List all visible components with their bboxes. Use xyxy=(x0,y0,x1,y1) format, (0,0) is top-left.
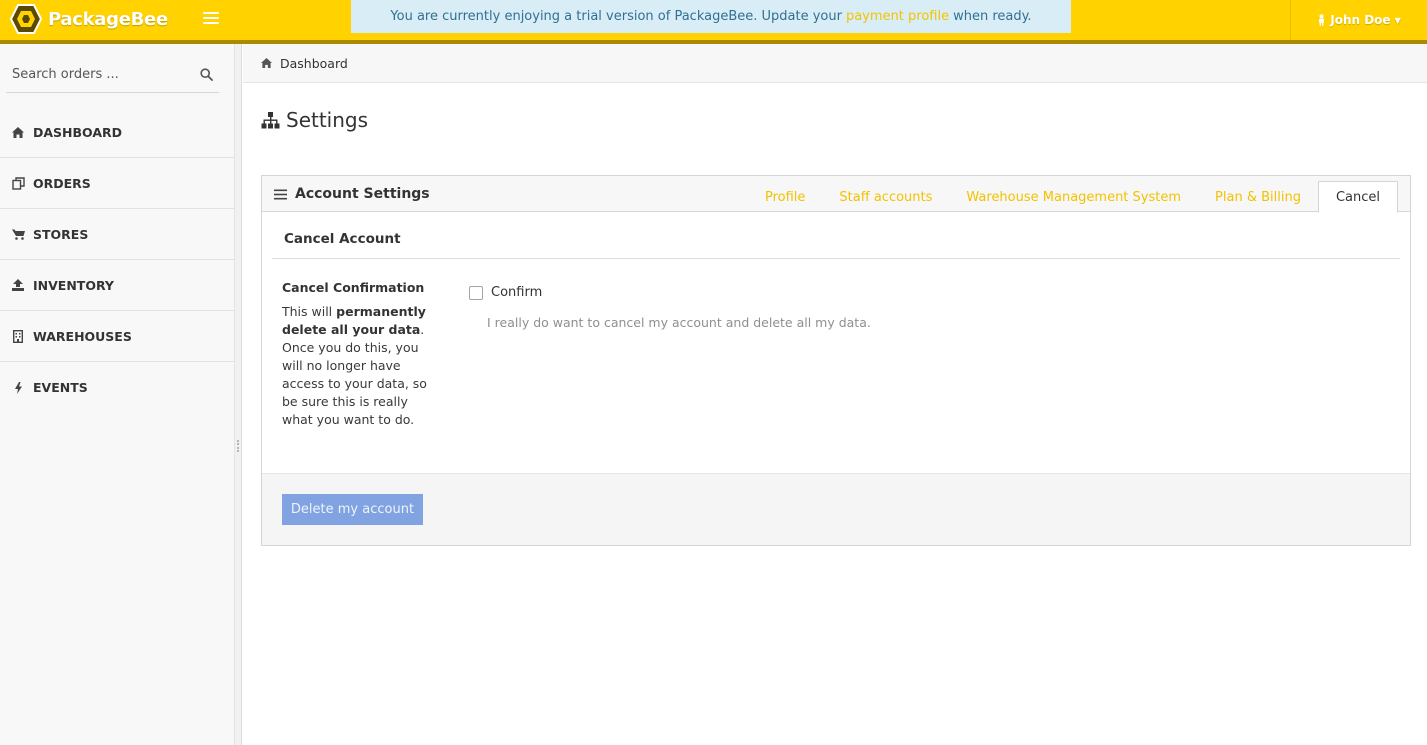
search-icon[interactable] xyxy=(200,68,213,81)
user-name: John Doe xyxy=(1330,13,1391,27)
panel-footer: Delete my account xyxy=(262,473,1410,545)
building-icon xyxy=(11,329,25,343)
top-bar: PackageBee You are currently enjoying a … xyxy=(0,0,1427,44)
tab-warehouse-management-system[interactable]: Warehouse Management System xyxy=(949,182,1198,213)
search-box xyxy=(6,56,219,93)
trial-banner-text: You are currently enjoying a trial versi… xyxy=(390,9,842,24)
sitemap-icon xyxy=(261,111,280,128)
confirm-help-text: I really do want to cancel my account an… xyxy=(487,315,871,330)
search-input[interactable] xyxy=(6,56,219,92)
breadcrumb: Dashboard xyxy=(243,44,1427,83)
panel-title: Account Settings xyxy=(274,176,430,212)
sidebar-item-label: STORES xyxy=(33,226,89,242)
section-title: Cancel Account xyxy=(272,222,1400,259)
sidebar: DASHBOARD ORDERS STORES INVENTORY WAREHO… xyxy=(0,44,235,745)
home-icon xyxy=(261,56,272,71)
sidebar-item-orders[interactable]: ORDERS xyxy=(0,158,234,209)
sidebar-item-label: WAREHOUSES xyxy=(33,328,132,344)
sidebar-item-label: ORDERS xyxy=(33,175,91,191)
page-title-text: Settings xyxy=(286,108,369,132)
tab-cancel[interactable]: Cancel xyxy=(1317,181,1398,213)
sidebar-item-inventory[interactable]: INVENTORY xyxy=(0,260,234,311)
desc-text-end: . Once you do this, you will no longer h… xyxy=(282,322,427,427)
user-menu[interactable]: John Doe ▼ xyxy=(1290,0,1427,40)
desc-text: This will xyxy=(282,304,333,319)
delete-account-button[interactable]: Delete my account xyxy=(282,494,423,525)
user-icon xyxy=(1319,14,1325,26)
sidebar-resize-handle[interactable] xyxy=(235,44,242,745)
sidebar-item-label: INVENTORY xyxy=(33,277,114,293)
upload-icon xyxy=(11,279,25,291)
panel-title-text: Account Settings xyxy=(295,186,430,202)
tab-staff-accounts[interactable]: Staff accounts xyxy=(822,182,949,213)
tab-profile[interactable]: Profile xyxy=(748,182,822,213)
sidebar-item-dashboard[interactable]: DASHBOARD xyxy=(0,107,234,158)
sidebar-item-label: EVENTS xyxy=(33,380,88,395)
trial-banner: You are currently enjoying a trial versi… xyxy=(351,0,1071,33)
trial-banner-text-end: when ready. xyxy=(953,9,1032,24)
page-title: Settings xyxy=(261,106,368,134)
sidebar-item-events[interactable]: EVENTS xyxy=(0,362,234,413)
confirm-checkbox[interactable] xyxy=(469,285,483,300)
cancel-confirmation-description: This will permanently delete all your da… xyxy=(282,303,442,429)
cancel-confirmation-label: Cancel Confirmation xyxy=(282,280,425,295)
chevron-down-icon: ▼ xyxy=(1394,15,1401,25)
sidebar-item-label: DASHBOARD xyxy=(33,124,123,140)
confirm-checkbox-row: Confirm xyxy=(469,285,542,300)
grip-icon xyxy=(237,440,239,452)
brand-logo[interactable]: PackageBee xyxy=(10,3,168,35)
home-icon xyxy=(11,126,25,138)
bolt-icon xyxy=(11,381,25,394)
payment-profile-link[interactable]: payment profile xyxy=(846,9,949,24)
sidebar-item-warehouses[interactable]: WAREHOUSES xyxy=(0,311,234,362)
brand-name: PackageBee xyxy=(48,8,168,30)
cart-icon xyxy=(11,229,25,240)
confirm-checkbox-label[interactable]: Confirm xyxy=(491,285,542,300)
copy-icon xyxy=(11,176,25,190)
sidebar-nav: DASHBOARD ORDERS STORES INVENTORY WAREHO… xyxy=(0,107,234,413)
bars-icon xyxy=(274,189,287,199)
menu-toggle-icon[interactable] xyxy=(203,8,219,28)
tab-plan-billing[interactable]: Plan & Billing xyxy=(1198,182,1318,213)
account-settings-panel: Account Settings Profile Staff accounts … xyxy=(261,175,1411,546)
hexagon-logo-icon xyxy=(10,4,42,34)
panel-header: Account Settings Profile Staff accounts … xyxy=(262,176,1410,213)
settings-tabs: Profile Staff accounts Warehouse Managem… xyxy=(748,181,1398,213)
breadcrumb-dashboard[interactable]: Dashboard xyxy=(280,56,348,71)
sidebar-item-stores[interactable]: STORES xyxy=(0,209,234,260)
